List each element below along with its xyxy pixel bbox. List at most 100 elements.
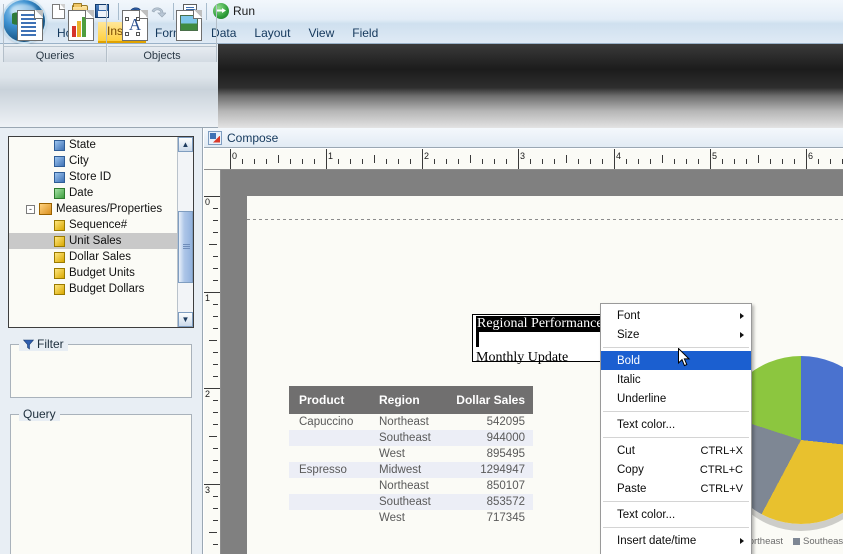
cell-region: Midwest	[379, 464, 422, 476]
ruler-label: 0	[205, 197, 211, 207]
menu-item-cut[interactable]: Cut CTRL+X	[601, 441, 751, 460]
text-box-icon: A	[122, 6, 148, 44]
cell-dollar-sales: 850107	[486, 480, 525, 492]
text-object[interactable]: Regional Performance Monthly Update	[472, 314, 610, 365]
horizontal-ruler[interactable]: 0 1 2 3 4 5 6	[204, 149, 843, 170]
tree-item-label: Sequence#	[69, 219, 128, 231]
tree-item-state[interactable]: State	[9, 137, 177, 153]
metadata-tree[interactable]: State City Store ID Date - Measures/Prop…	[8, 136, 194, 328]
table-row[interactable]: West 717345	[289, 510, 533, 526]
legend-label: Southeast	[803, 536, 843, 547]
tree-item-date[interactable]: Date	[9, 185, 177, 201]
page-margin-guide	[247, 219, 843, 220]
menu-item-label: Underline	[617, 392, 667, 405]
dimension-blue-icon	[54, 155, 65, 167]
dimension-blue-icon	[54, 171, 65, 183]
text-object-line1-row: Regional Performance	[476, 316, 606, 350]
text-object-line2[interactable]: Monthly Update	[476, 350, 606, 366]
query-panel[interactable]: Query	[10, 407, 192, 554]
compose-icon	[208, 130, 222, 145]
report-page[interactable]: Regional Performance Monthly Update Prod…	[247, 196, 843, 554]
table-header-row: Product Region Dollar Sales	[289, 386, 533, 414]
menu-item-text-color-2[interactable]: Text color...	[601, 505, 751, 524]
text-context-menu[interactable]: Font Size Bold Italic Underline Text col…	[600, 303, 752, 554]
ruler-label: 5	[712, 151, 718, 161]
menu-item-font[interactable]: Font	[601, 306, 751, 325]
tab-field[interactable]: Field	[343, 24, 387, 43]
menu-item-label: Bold	[617, 354, 641, 367]
vertical-ruler[interactable]: 0 1 2 3	[204, 170, 221, 554]
tree-item-sequence[interactable]: Sequence#	[9, 217, 177, 233]
menu-item-label: Copy	[617, 463, 644, 476]
column-header-region: Region	[379, 393, 420, 407]
table-row[interactable]: Capuccino Northeast 542095	[289, 414, 533, 430]
tree-item-budget-units[interactable]: Budget Units	[9, 265, 177, 281]
query-label: Query	[23, 407, 56, 421]
tree-item-label: Date	[69, 187, 94, 199]
cell-region: Southeast	[379, 432, 431, 444]
submenu-arrow-icon	[740, 537, 744, 544]
run-button[interactable]: Run	[213, 2, 255, 21]
menu-separator	[603, 347, 749, 348]
tree-vertical-scrollbar[interactable]: ▲ ▼	[177, 137, 193, 327]
menu-item-label: Size	[617, 328, 640, 341]
menu-item-paste[interactable]: Paste CTRL+V	[601, 479, 751, 498]
filter-panel[interactable]: Filter	[10, 337, 192, 398]
report-table[interactable]: Product Region Dollar Sales Capuccino No…	[289, 386, 533, 526]
collapse-expander-icon[interactable]: -	[26, 204, 35, 214]
tree-item-budget-dollars[interactable]: Budget Dollars	[9, 281, 177, 297]
menu-item-bold[interactable]: Bold	[601, 351, 751, 370]
menu-item-underline[interactable]: Underline	[601, 389, 751, 408]
legend-entry-southeast: Southeast	[793, 536, 843, 547]
dimension-green-icon	[54, 187, 65, 199]
tree-item-measures-properties[interactable]: - Measures/Properties	[9, 201, 177, 217]
table-row[interactable]: Espresso Midwest 1294947	[289, 462, 533, 478]
tab-view[interactable]: View	[299, 24, 343, 43]
scroll-down-button[interactable]: ▼	[178, 312, 193, 327]
picture-icon	[176, 6, 202, 44]
menu-item-accelerator: CTRL+V	[700, 482, 744, 495]
table-row[interactable]: West 895495	[289, 446, 533, 462]
dimension-blue-icon	[54, 139, 65, 151]
ribbon-empty-area	[218, 44, 843, 128]
submenu-arrow-icon	[740, 312, 744, 319]
menu-item-label: Italic	[617, 373, 641, 386]
report-document-icon	[16, 6, 43, 44]
ruler-label: 1	[328, 151, 334, 161]
tree-item-dollar-sales[interactable]: Dollar Sales	[9, 249, 177, 265]
table-row[interactable]: Southeast 853572	[289, 494, 533, 510]
menu-item-insert-date-time[interactable]: Insert date/time	[601, 531, 751, 550]
menu-item-insert-page-number[interactable]: Insert page #	[601, 550, 751, 554]
cell-region: Southeast	[379, 496, 431, 508]
menu-item-text-color[interactable]: Text color...	[601, 415, 751, 434]
menu-separator	[603, 527, 749, 528]
cell-dollar-sales: 542095	[486, 416, 525, 428]
tree-item-label: Budget Units	[69, 267, 135, 279]
tree-item-store-id[interactable]: Store ID	[9, 169, 177, 185]
table-row[interactable]: Northeast 850107	[289, 478, 533, 494]
text-object-line1[interactable]: Regional Performance	[476, 316, 604, 332]
column-header-dollar-sales: Dollar Sales	[456, 393, 525, 407]
table-row[interactable]: Southeast 944000	[289, 430, 533, 446]
query-panel-title: Query	[19, 407, 60, 421]
tree-item-unit-sales[interactable]: Unit Sales	[9, 233, 177, 249]
tree-item-city[interactable]: City	[9, 153, 177, 169]
compose-tab[interactable]: Compose	[204, 128, 843, 148]
ruler-label: 2	[205, 389, 211, 399]
cell-product: Espresso	[299, 464, 347, 476]
menu-item-size[interactable]: Size	[601, 325, 751, 344]
scroll-up-button[interactable]: ▲	[178, 137, 193, 152]
menu-item-label: Text color...	[617, 508, 676, 521]
menu-item-italic[interactable]: Italic	[601, 370, 751, 389]
ribbon-group-queries-label: Queries	[35, 50, 75, 62]
menu-item-label: Cut	[617, 444, 635, 457]
measure-yellow-icon	[54, 251, 65, 263]
text-caret	[476, 332, 479, 347]
menu-item-copy[interactable]: Copy CTRL+C	[601, 460, 751, 479]
legend-swatch	[793, 538, 801, 545]
tree-item-label: Budget Dollars	[69, 283, 145, 295]
cell-dollar-sales: 895495	[486, 448, 525, 460]
scrollbar-thumb[interactable]	[178, 211, 193, 283]
bar-chart-document-icon	[67, 6, 94, 44]
tab-layout[interactable]: Layout	[245, 24, 299, 43]
